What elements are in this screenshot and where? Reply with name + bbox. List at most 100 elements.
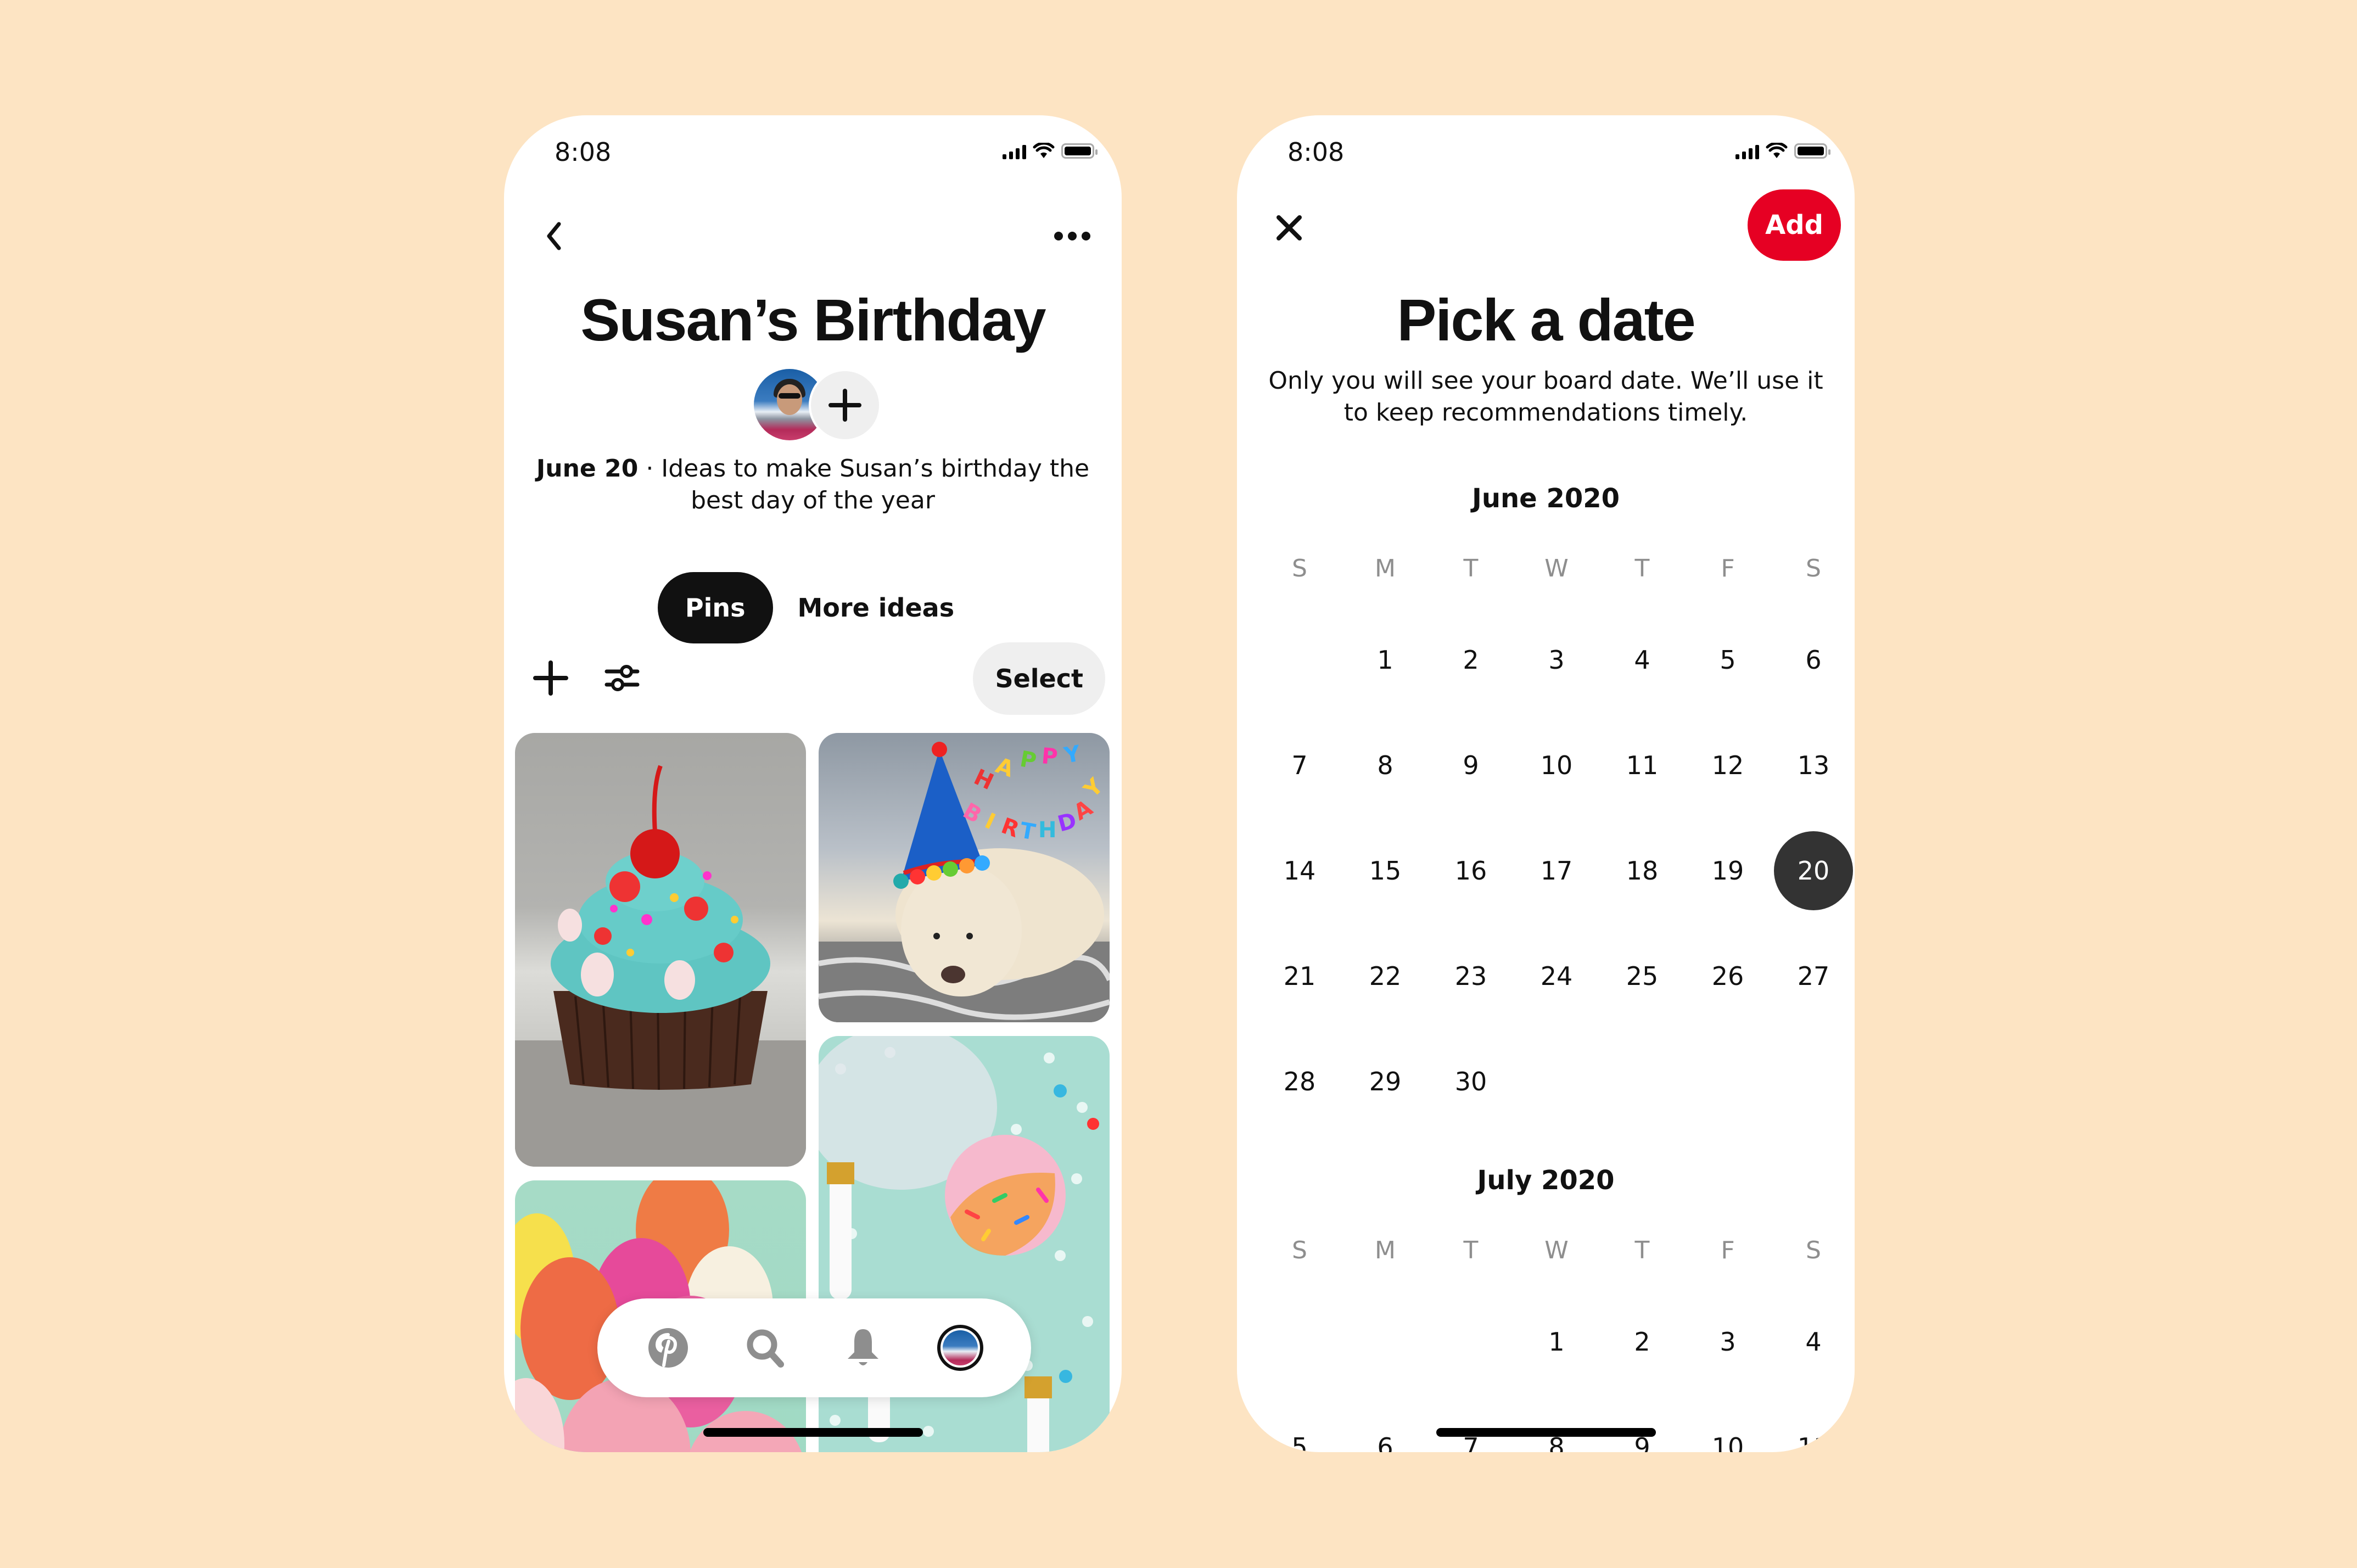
add-pin-button[interactable] — [529, 656, 573, 700]
status-time: 8:08 — [1287, 137, 1345, 167]
calendar-day[interactable]: 3 — [1514, 620, 1599, 699]
nav-profile[interactable] — [930, 1318, 990, 1378]
nav-notifications[interactable] — [833, 1318, 893, 1378]
calendar-day[interactable]: 19 — [1685, 831, 1771, 910]
calendar-day-selected[interactable]: 20 — [1771, 831, 1855, 910]
calendar-day[interactable]: 28 — [1257, 1042, 1342, 1121]
svg-text:Y: Y — [1062, 741, 1083, 769]
calendar-empty — [1342, 1302, 1428, 1381]
subtitle-line: Only you will see your board date. We’ll… — [1268, 367, 1823, 395]
add-button[interactable]: Add — [1748, 189, 1841, 261]
calendar-day[interactable]: 5 — [1685, 620, 1771, 699]
calendar-day[interactable]: 26 — [1685, 937, 1771, 1016]
calendar-week: 1234 — [1257, 1302, 1855, 1381]
weekday-label: S — [1292, 555, 1307, 583]
subtitle-line: to keep recommendations timely. — [1343, 399, 1748, 427]
tab-more-ideas[interactable]: More ideas — [784, 572, 968, 643]
calendar-empty — [1514, 1042, 1599, 1121]
calendar-day[interactable]: 1 — [1342, 620, 1428, 699]
page-title: Pick a date — [1397, 287, 1695, 353]
calendar-day[interactable]: 12 — [1685, 726, 1771, 805]
date-picker-screen: 8:08 Add Pick a date Only you will see y… — [1237, 115, 1855, 1452]
calendar-empty — [1685, 1042, 1771, 1121]
calendar-week: 7 8 9 10 11 12 13 — [1257, 726, 1855, 805]
calendar-day[interactable]: 27 — [1771, 937, 1855, 1016]
profile-avatar — [937, 1325, 984, 1371]
calendar-day[interactable]: 9 — [1428, 726, 1514, 805]
calendar-day[interactable]: 11 — [1599, 726, 1685, 805]
svg-text:I: I — [981, 808, 999, 835]
calendar-day[interactable]: 10 — [1685, 1408, 1771, 1452]
calendar-empty — [1428, 1302, 1514, 1381]
calendar-day[interactable]: 1 — [1514, 1302, 1599, 1381]
calendar-week: 28 29 30 — [1257, 1042, 1855, 1121]
weekday-label: M — [1375, 1236, 1396, 1264]
pin-cupcake[interactable] — [515, 733, 806, 1167]
weekday-label: T — [1463, 555, 1479, 583]
more-options-button[interactable] — [1048, 214, 1097, 258]
calendar-day[interactable]: 30 — [1428, 1042, 1514, 1121]
separator: · — [638, 455, 662, 483]
search-icon — [747, 1329, 785, 1368]
calendar-day[interactable]: 11 — [1771, 1408, 1855, 1452]
description-text: Ideas to make Susan’s birthday the best … — [661, 455, 1090, 514]
sliders-icon — [604, 665, 640, 691]
select-button[interactable]: Select — [973, 642, 1105, 715]
weekday-header: S M T W T F S — [1257, 555, 1855, 583]
calendar-day[interactable]: 15 — [1342, 831, 1428, 910]
calendar-day[interactable]: 13 — [1771, 726, 1855, 805]
weekday-label: W — [1544, 555, 1569, 583]
signal-icon — [1003, 143, 1026, 159]
nav-search[interactable] — [735, 1318, 796, 1378]
calendar-day[interactable]: 6 — [1771, 620, 1855, 699]
plus-icon — [828, 389, 861, 422]
calendar-empty — [1257, 620, 1342, 699]
calendar-day[interactable]: 4 — [1599, 620, 1685, 699]
board-tabs: Pins More ideas — [504, 572, 1122, 643]
svg-text:H: H — [1038, 817, 1056, 843]
wifi-icon — [1033, 143, 1055, 158]
calendar-day[interactable]: 7 — [1257, 726, 1342, 805]
chevron-left-icon — [547, 222, 561, 250]
calendar-day[interactable]: 4 — [1771, 1302, 1855, 1381]
calendar-day[interactable]: 8 — [1342, 726, 1428, 805]
calendar-day[interactable]: 2 — [1599, 1302, 1685, 1381]
calendar-day[interactable]: 18 — [1599, 831, 1685, 910]
calendar-day[interactable]: 29 — [1342, 1042, 1428, 1121]
calendar-day[interactable]: 14 — [1257, 831, 1342, 910]
weekday-label: S — [1806, 1236, 1821, 1264]
tab-pins[interactable]: Pins — [657, 572, 773, 643]
svg-text:P: P — [1040, 743, 1059, 770]
calendar-day[interactable]: 2 — [1428, 620, 1514, 699]
calendar-day[interactable]: 6 — [1342, 1408, 1428, 1452]
calendar-empty — [1257, 1302, 1342, 1381]
wifi-icon — [1766, 143, 1788, 158]
calendar-day[interactable]: 21 — [1257, 937, 1342, 1016]
calendar-day[interactable]: 17 — [1514, 831, 1599, 910]
signal-icon — [1735, 143, 1759, 159]
weekday-label: M — [1375, 555, 1396, 583]
add-collaborator-button[interactable] — [809, 369, 881, 441]
calendar-day[interactable]: 10 — [1514, 726, 1599, 805]
bottom-nav — [597, 1298, 1031, 1397]
weekday-label: F — [1721, 555, 1735, 583]
close-button[interactable] — [1264, 203, 1314, 253]
calendar-day[interactable]: 24 — [1514, 937, 1599, 1016]
calendar-day[interactable]: 3 — [1685, 1302, 1771, 1381]
weekday-label: S — [1806, 555, 1821, 583]
calendar-day[interactable]: 16 — [1428, 831, 1514, 910]
calendar-day[interactable]: 5 — [1257, 1408, 1342, 1452]
subtitle: Only you will see your board date. We’ll… — [1253, 365, 1838, 429]
back-button[interactable] — [531, 214, 575, 258]
calendar-empty — [1599, 1042, 1685, 1121]
calendar-day[interactable]: 23 — [1428, 937, 1514, 1016]
calendar-day[interactable]: 25 — [1599, 937, 1685, 1016]
weekday-label: T — [1634, 1236, 1650, 1264]
calendar-day[interactable]: 22 — [1342, 937, 1428, 1016]
battery-icon — [1794, 143, 1830, 159]
filter-button[interactable] — [600, 656, 644, 700]
board-date[interactable]: June 20 — [536, 455, 638, 483]
close-icon — [1277, 215, 1302, 240]
nav-home[interactable] — [638, 1318, 698, 1378]
pin-dog[interactable]: HAPPY BIRTHDAY — [819, 733, 1110, 1022]
